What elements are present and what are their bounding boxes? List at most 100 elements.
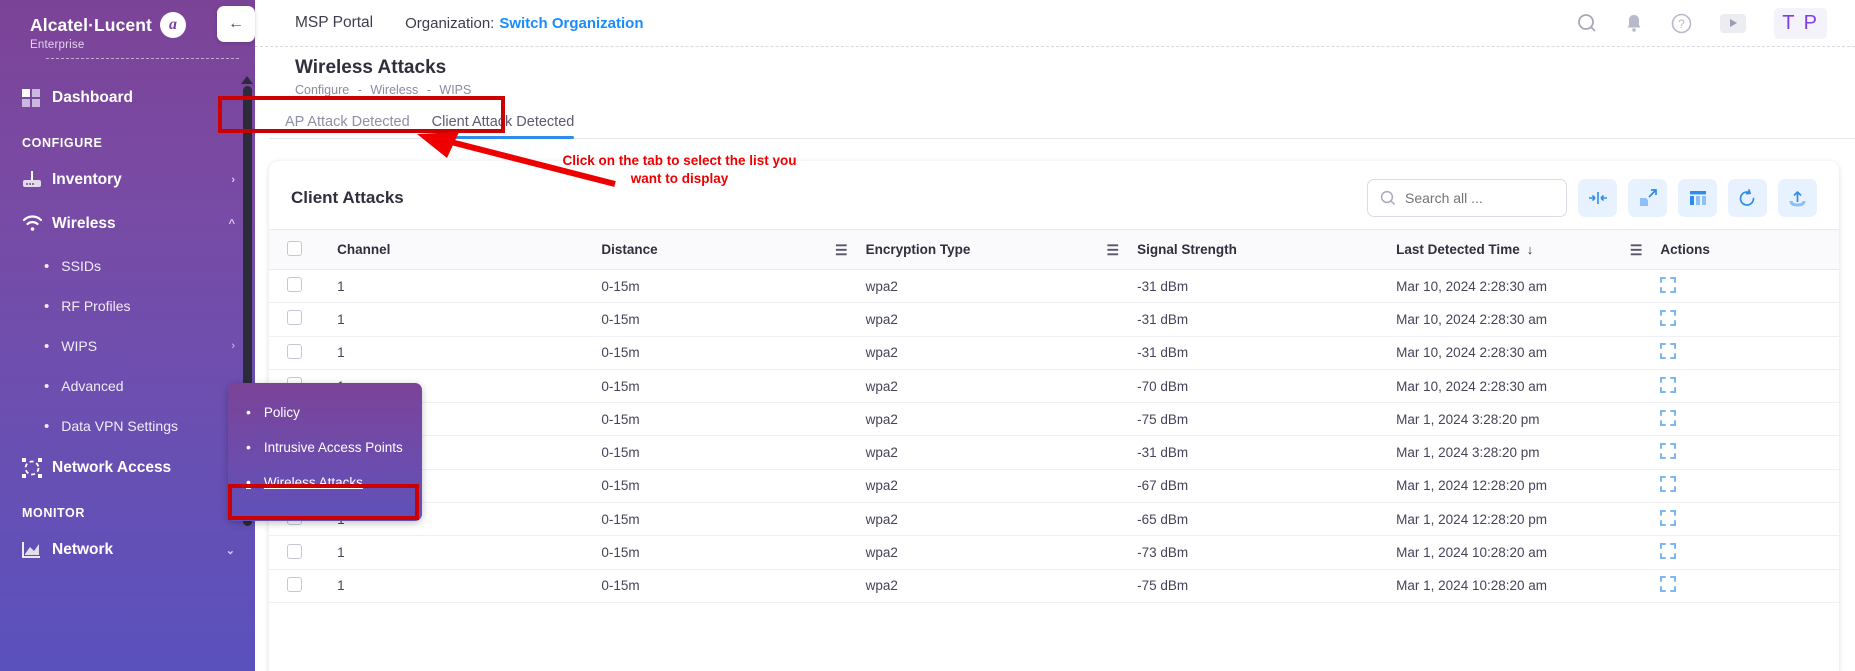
expand-fullscreen-icon[interactable] [1660, 443, 1677, 460]
bullet-icon: • [44, 297, 50, 315]
table-row[interactable]: 10-15mwpa2-70 dBmMar 10, 2024 2:28:30 am [269, 369, 1839, 404]
search-box[interactable] [1367, 179, 1567, 217]
table-header-last-detected-time[interactable]: Last Detected Time ↓ ☰ [1388, 229, 1653, 270]
chevron-right-icon: › [231, 340, 235, 352]
table-header-channel[interactable]: Channel [329, 229, 594, 270]
sidebar-item-network[interactable]: Network ⌄ [0, 528, 255, 572]
expand-fullscreen-icon[interactable] [1660, 509, 1677, 526]
columns-button[interactable] [1678, 179, 1717, 217]
search-icon[interactable] [1577, 13, 1597, 33]
expand-fullscreen-icon[interactable] [1660, 376, 1677, 393]
expand-fullscreen-icon[interactable] [1660, 543, 1677, 560]
table-row[interactable]: 1 0-15m wpa2 -75 dBm Mar 1, 2024 10:28:20 am [269, 569, 1839, 603]
cell-encryption: wpa2 [857, 502, 1130, 537]
sidebar-item-inventory[interactable]: Inventory › [0, 158, 255, 202]
sidebar-item-dashboard[interactable]: Dashboard [0, 76, 255, 120]
table-row[interactable]: 1 0-15m wpa2 -31 dBm Mar 10, 2024 2:28:30 am [269, 269, 1839, 304]
breadcrumb-wireless[interactable]: Wireless [370, 83, 418, 97]
annotation-line-2: want to display [630, 171, 729, 186]
fit-columns-button[interactable] [1578, 179, 1617, 217]
cell-last-detected-time: Mar 1, 2024 10:28:20 am [1388, 569, 1653, 603]
bullet-icon: • [246, 474, 251, 490]
sidebar-item-label: Inventory [52, 171, 122, 188]
sidebar-item-rf-profiles[interactable]: • RF Profiles [0, 286, 255, 326]
flyout-item-policy[interactable]: • Policy [228, 395, 422, 430]
sidebar-section-configure: CONFIGURE [22, 136, 103, 150]
cell-actions [1652, 502, 1839, 537]
sidebar-collapse-button[interactable]: ← [217, 6, 255, 42]
expand-fullscreen-icon[interactable] [1660, 343, 1677, 360]
expand-fullscreen-icon[interactable] [1660, 409, 1677, 426]
cell-encryption: wpa2 [857, 336, 1130, 370]
expand-fullscreen-icon[interactable] [1660, 276, 1677, 293]
cell-encryption: wpa2 [857, 269, 1130, 304]
search-icon [1380, 190, 1396, 206]
sidebar-nav: Dashboard CONFIGURE Inventory › Wireless… [0, 62, 255, 572]
table-header-signal-strength[interactable]: Signal Strength [1129, 229, 1389, 270]
cell-actions [1652, 569, 1839, 603]
expand-fullscreen-icon[interactable] [1660, 309, 1677, 326]
bullet-icon: • [246, 404, 251, 420]
sidebar-item-wireless[interactable]: Wireless ^ [0, 202, 255, 246]
row-checkbox[interactable] [287, 343, 302, 359]
table-row[interactable]: 10-15mwpa2-31 dBmMar 1, 2024 3:28:20 pm [269, 435, 1839, 470]
sidebar-item-network-access[interactable]: Network Access ⌄ [0, 446, 255, 490]
top-bar: MSP Portal Organization: Switch Organizat… [255, 0, 1855, 47]
refresh-button[interactable] [1728, 179, 1767, 217]
sidebar-subitem-label: SSIDs [61, 258, 101, 274]
cell-distance: 0-15m [593, 269, 858, 304]
msp-portal-link[interactable]: MSP Portal [295, 14, 373, 32]
switch-organization-link[interactable]: Switch Organization [499, 15, 643, 32]
sidebar-subitem-label: RF Profiles [61, 298, 131, 314]
column-menu-icon[interactable]: ☰ [835, 243, 848, 257]
table-header-actions: Actions [1652, 229, 1839, 270]
tab-ap-attack-detected[interactable]: AP Attack Detected [285, 114, 410, 138]
row-select-cell [269, 269, 330, 304]
table-header-encryption-type[interactable]: Encryption Type ☰ [857, 229, 1130, 270]
breadcrumb-configure[interactable]: Configure [295, 83, 349, 97]
row-checkbox[interactable] [287, 543, 302, 559]
help-icon[interactable]: ? [1671, 13, 1692, 34]
flyout-item-wireless-attacks[interactable]: • Wireless Attacks [228, 465, 422, 500]
bullet-icon: • [44, 257, 50, 275]
sidebar-item-wips[interactable]: • WIPS › [0, 326, 255, 366]
table-row[interactable]: 10-15mwpa2-67 dBmMar 1, 2024 12:28:20 pm [269, 469, 1839, 504]
bell-icon[interactable] [1625, 13, 1643, 33]
sidebar-item-data-vpn-settings[interactable]: • Data VPN Settings [0, 406, 255, 446]
expand-button[interactable] [1628, 179, 1667, 217]
table-row[interactable]: 1 0-15m wpa2 -31 dBm Mar 10, 2024 2:28:30 am [269, 336, 1839, 370]
router-icon [22, 171, 52, 189]
column-menu-icon[interactable]: ☰ [1107, 243, 1120, 257]
cell-distance: 0-15m [593, 535, 858, 570]
export-button[interactable] [1778, 179, 1817, 217]
sort-desc-icon[interactable]: ↓ [1527, 242, 1534, 257]
select-all-checkbox[interactable] [287, 240, 302, 256]
avatar[interactable]: T P [1774, 7, 1827, 39]
expand-fullscreen-icon[interactable] [1660, 476, 1677, 493]
chevron-up-icon: ^ [228, 218, 235, 230]
cell-last-detected-time: Mar 1, 2024 3:28:20 pm [1388, 402, 1653, 437]
cell-last-detected-time: Mar 10, 2024 2:28:30 am [1388, 269, 1653, 304]
flyout-item-intrusive-access-points[interactable]: • Intrusive Access Points [228, 430, 422, 465]
scroll-up-arrow[interactable] [241, 76, 253, 84]
page-title: Wireless Attacks [295, 57, 447, 78]
table-row[interactable]: 10-15mwpa2-65 dBmMar 1, 2024 12:28:20 pm [269, 502, 1839, 537]
cell-last-detected-time: Mar 1, 2024 12:28:20 pm [1388, 502, 1653, 537]
search-input[interactable] [1405, 190, 1554, 206]
wips-flyout-menu: • Policy • Intrusive Access Points • Wir… [228, 383, 422, 521]
column-menu-icon[interactable]: ☰ [1630, 243, 1643, 257]
row-checkbox[interactable] [287, 310, 302, 326]
breadcrumb-wips[interactable]: WIPS [439, 83, 471, 97]
row-checkbox[interactable] [287, 277, 302, 293]
row-checkbox[interactable] [287, 576, 302, 592]
table-header-distance[interactable]: Distance ☰ [593, 229, 858, 270]
table-header: Channel Distance ☰ Encryption Type ☰ Sig… [269, 229, 1839, 270]
sidebar-item-label: Dashboard [52, 89, 133, 106]
sidebar-item-ssids[interactable]: • SSIDs [0, 246, 255, 286]
expand-fullscreen-icon[interactable] [1660, 576, 1677, 593]
table-row[interactable]: 1 0-15m wpa2 -31 dBm Mar 10, 2024 2:28:30 am [269, 302, 1839, 337]
table-row[interactable]: 10-15mwpa2-75 dBmMar 1, 2024 3:28:20 pm [269, 402, 1839, 437]
play-icon[interactable] [1720, 13, 1747, 33]
table-row[interactable]: 1 0-15m wpa2 -73 dBm Mar 1, 2024 10:28:20 am [269, 535, 1839, 570]
sidebar-item-advanced[interactable]: • Advanced › [0, 366, 255, 406]
